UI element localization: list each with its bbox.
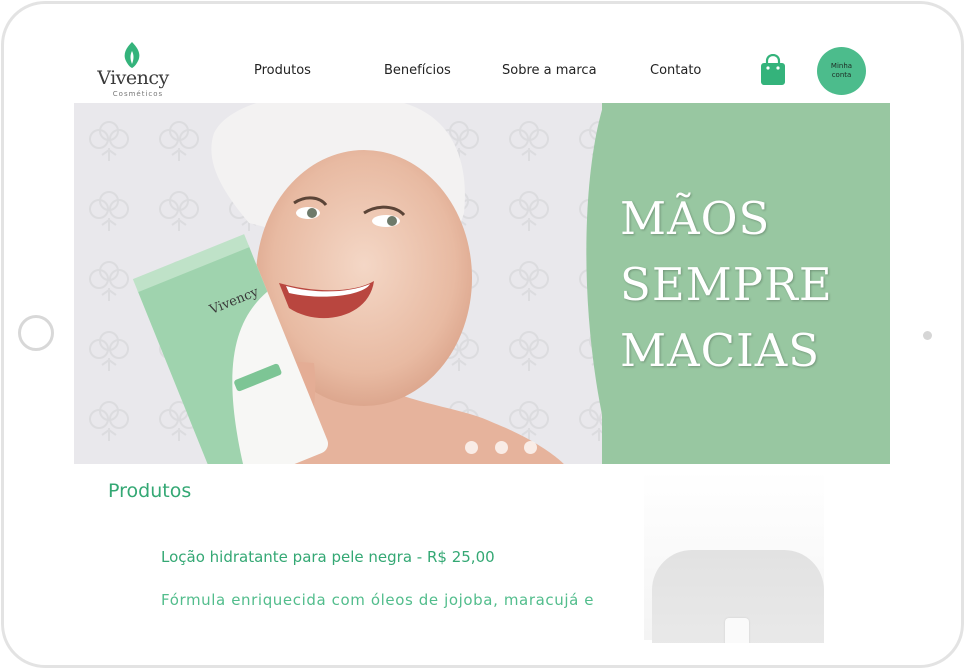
nav-item-produtos[interactable]: Produtos (254, 63, 311, 78)
product-name[interactable]: Loção hidratante para pele negra - R$ 25… (161, 548, 495, 566)
brand-name: Vivency (97, 67, 169, 89)
nav-item-sobre[interactable]: Sobre a marca (502, 63, 597, 78)
leaf-icon (124, 42, 140, 68)
account-button[interactable]: Minha conta (817, 47, 866, 95)
web-page: Vivency Cosméticos Produtos Benefícios S… (74, 30, 890, 643)
account-button-label: Minha conta (830, 62, 853, 79)
nav-item-beneficios[interactable]: Benefícios (384, 63, 451, 78)
products-section-title: Produtos (108, 480, 192, 502)
hero-headline-line-2: SEMPRE (620, 258, 833, 311)
hero-headline: MÃOS SEMPRE MACIAS (620, 186, 880, 384)
brand-logo[interactable]: Vivency Cosméticos (96, 42, 170, 98)
product-description: Fórmula enriquecida com óleos de jojoba,… (161, 591, 595, 609)
carousel-dot-1[interactable] (465, 441, 478, 454)
camera-dot (923, 331, 932, 340)
product-bottle-image (725, 618, 749, 643)
carousel-dot-2[interactable] (495, 441, 508, 454)
hero-carousel: Vivency MÃOS SEMPRE MACIAS (74, 103, 890, 464)
hero-headline-line-1: MÃOS (620, 192, 771, 245)
nav-item-contato[interactable]: Contato (650, 63, 701, 78)
shopping-bag-icon[interactable] (760, 54, 786, 86)
hero-headline-line-3: MACIAS (620, 324, 821, 377)
brand-tagline: Cosméticos (112, 90, 164, 98)
home-button[interactable] (18, 315, 54, 351)
carousel-dot-3[interactable] (524, 441, 537, 454)
